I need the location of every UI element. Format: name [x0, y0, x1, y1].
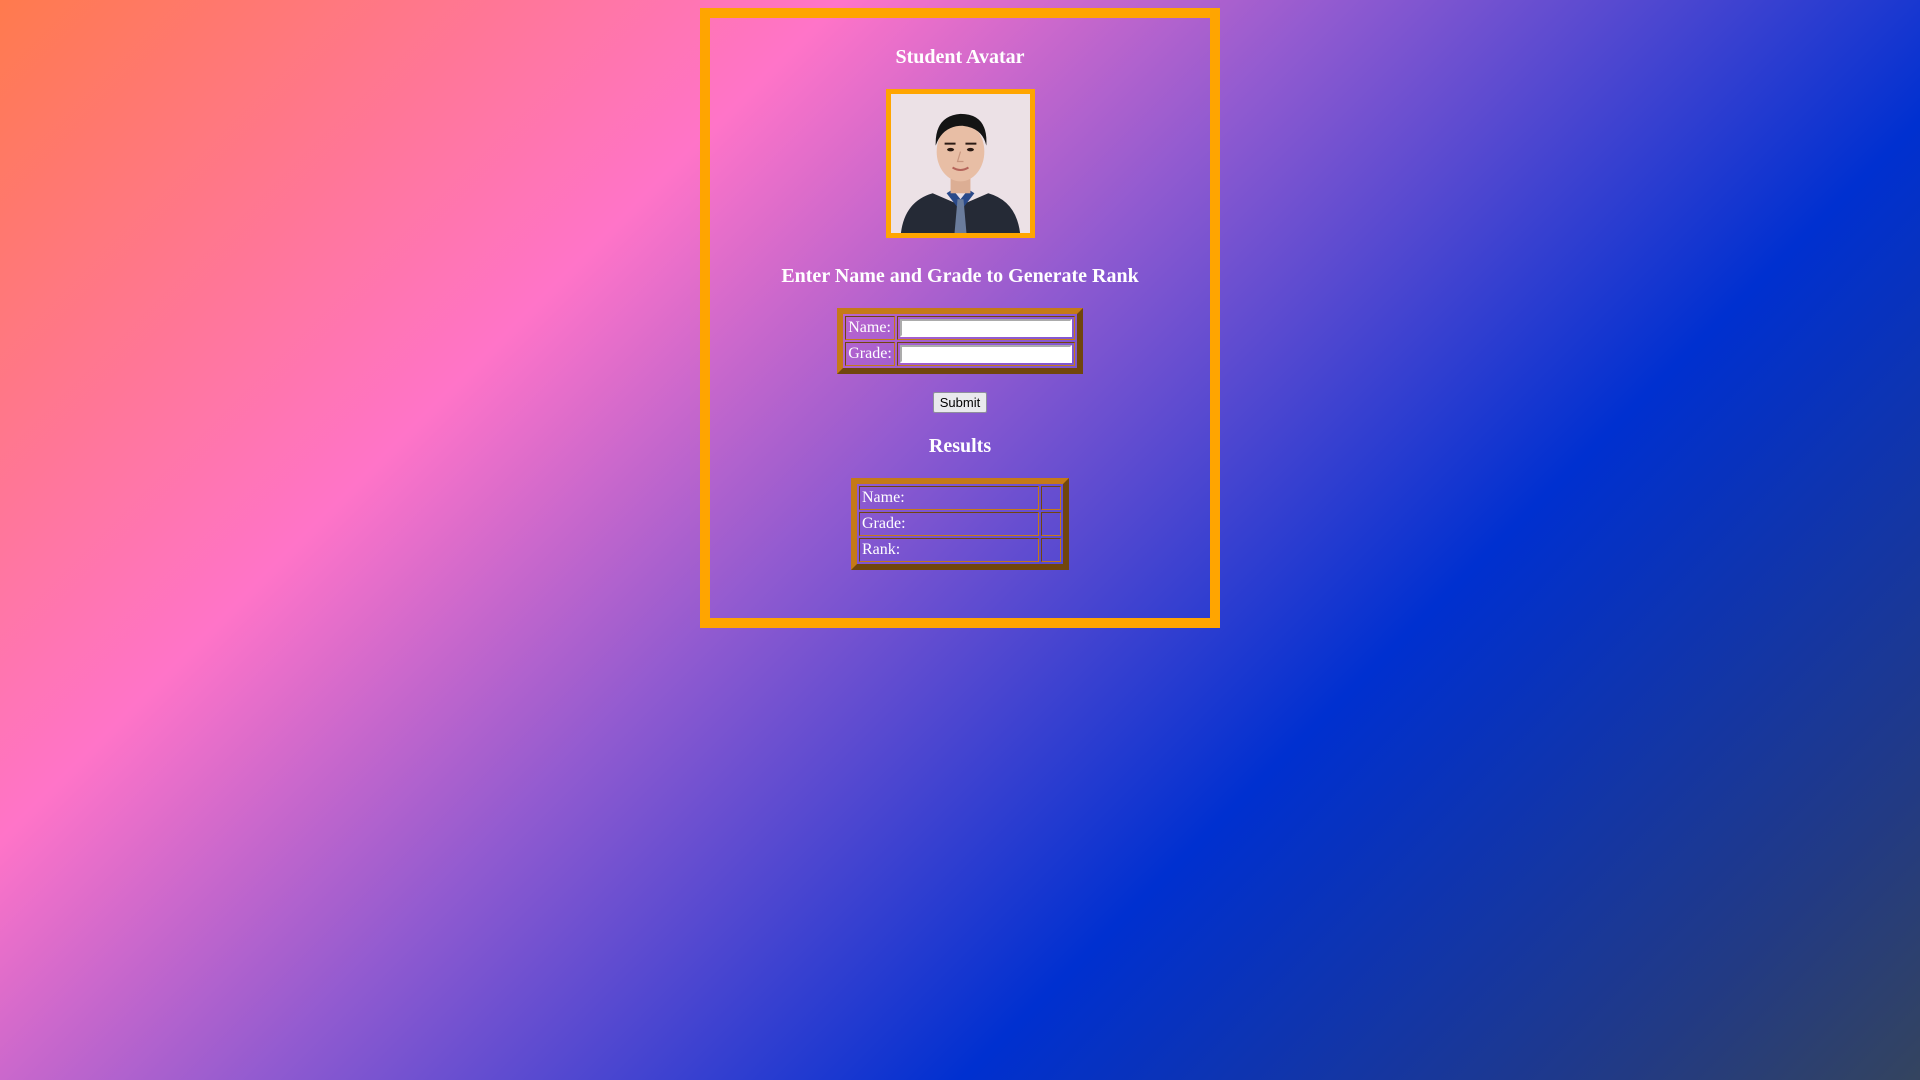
result-name-value [1041, 486, 1061, 510]
name-input[interactable] [899, 318, 1072, 337]
name-input-cell [896, 316, 1075, 340]
grade-label: Grade: [845, 342, 895, 366]
result-rank-label: Rank: [859, 538, 1039, 562]
result-name-label: Name: [859, 486, 1039, 510]
submit-wrap: Submit [710, 392, 1210, 413]
avatar-heading: Student Avatar [895, 46, 1025, 68]
results-heading: Results [928, 435, 992, 457]
submit-button[interactable]: Submit [932, 392, 988, 413]
result-row-grade: Grade: [859, 512, 1061, 536]
name-label: Name: [845, 316, 895, 340]
result-grade-value [1041, 512, 1061, 536]
result-row-name: Name: [859, 486, 1061, 510]
input-form-table: Name: Grade: [837, 308, 1083, 374]
result-grade-label: Grade: [859, 512, 1039, 536]
main-panel: Student Avatar Enter Name and Grade to G… [700, 8, 1220, 628]
form-heading: Enter Name and Grade to Generate Rank [781, 265, 1139, 287]
student-avatar-image [885, 89, 1035, 238]
name-row: Name: [845, 316, 1075, 340]
portrait-icon [890, 94, 1030, 233]
grade-input[interactable] [899, 344, 1072, 363]
result-row-rank: Rank: [859, 538, 1061, 562]
results-table: Name: Grade: Rank: [851, 478, 1069, 570]
result-rank-value [1041, 538, 1061, 562]
grade-row: Grade: [845, 342, 1075, 366]
grade-input-cell [896, 342, 1075, 366]
